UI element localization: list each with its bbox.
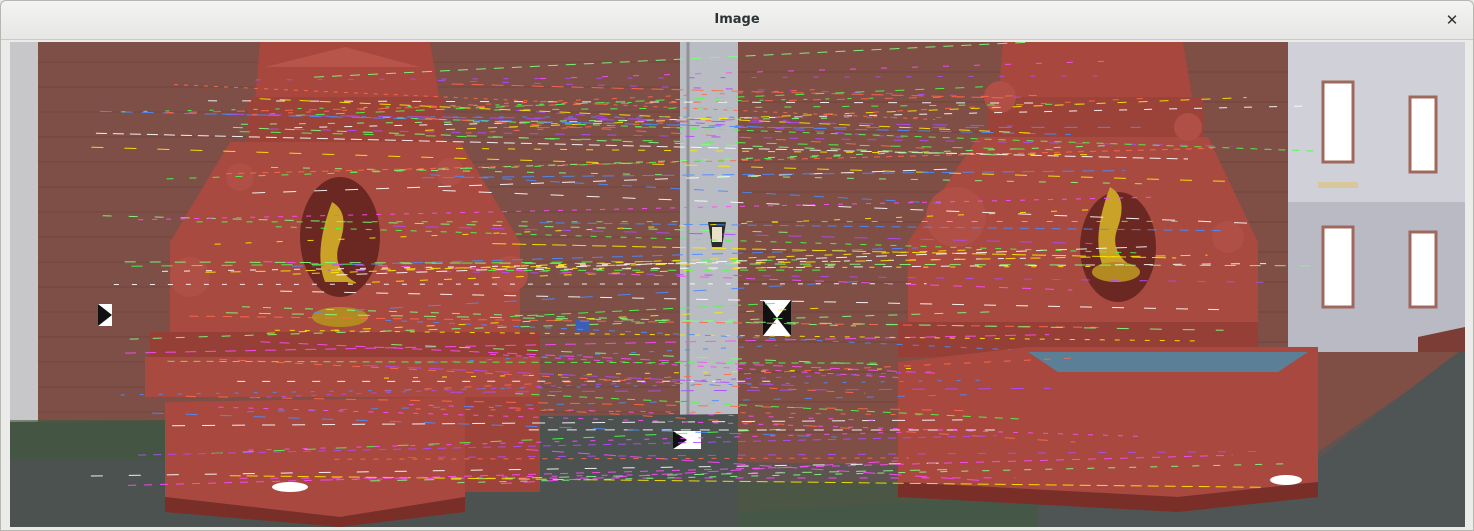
match-line <box>172 419 963 427</box>
match-line <box>451 83 1011 99</box>
match-line <box>270 166 1155 185</box>
match-line <box>407 451 1256 458</box>
match-line <box>266 307 819 334</box>
feature-matches-overlay <box>90 42 1318 488</box>
match-line <box>252 89 816 115</box>
match-line <box>248 431 909 451</box>
match-line <box>167 360 883 364</box>
match-line <box>246 393 988 413</box>
match-line <box>95 132 1189 160</box>
match-line <box>437 80 1023 98</box>
match-line <box>269 128 1233 147</box>
match-line <box>138 196 1155 221</box>
match-line <box>263 261 1073 291</box>
match-line <box>425 97 1247 131</box>
match-line <box>382 116 1318 152</box>
match-line <box>102 215 804 234</box>
match-line <box>274 329 1196 342</box>
match-line <box>280 290 1219 311</box>
match-line <box>138 435 997 456</box>
match-line <box>494 103 1101 111</box>
match-line <box>422 170 1125 179</box>
match-line <box>334 457 909 460</box>
match-line <box>186 395 964 412</box>
match-line <box>232 126 1011 156</box>
match-line <box>239 131 1053 151</box>
match-line <box>124 261 1315 267</box>
match-line <box>363 364 795 386</box>
close-icon[interactable]: ✕ <box>1441 9 1463 31</box>
match-line <box>229 475 1265 488</box>
match-line <box>166 155 854 180</box>
match-line <box>260 341 938 374</box>
match-line <box>164 94 1042 114</box>
match-line <box>336 246 1149 276</box>
match-line <box>125 334 1050 354</box>
match-line <box>251 370 935 399</box>
match-line <box>218 406 1142 437</box>
title-bar: Image ✕ <box>1 1 1473 40</box>
window-title: Image <box>714 12 760 27</box>
match-line <box>225 312 1224 331</box>
match-line <box>430 174 942 204</box>
match-line <box>539 222 1227 232</box>
match-line <box>314 280 869 313</box>
match-line <box>415 408 925 416</box>
match-line <box>99 110 1071 135</box>
match-line <box>515 393 1023 420</box>
match-line <box>131 259 797 267</box>
match-line <box>226 147 1213 175</box>
match-line <box>442 190 1251 224</box>
match-line <box>120 379 993 396</box>
image-window: Image ✕ <box>0 0 1474 531</box>
match-line <box>391 344 879 366</box>
match-line <box>500 460 899 485</box>
match-line <box>129 311 996 340</box>
match-line <box>449 387 1052 393</box>
match-line <box>214 208 1102 245</box>
match-line <box>408 404 883 422</box>
match-line <box>516 109 904 138</box>
match-line <box>295 86 983 116</box>
match-line <box>255 75 1099 81</box>
image-canvas <box>10 42 1465 527</box>
match-line <box>211 428 784 454</box>
match-line <box>326 471 790 481</box>
match-line <box>314 42 1027 78</box>
match-line <box>113 283 927 285</box>
match-line <box>151 412 837 438</box>
match-line <box>241 306 857 327</box>
match-line <box>510 302 781 317</box>
